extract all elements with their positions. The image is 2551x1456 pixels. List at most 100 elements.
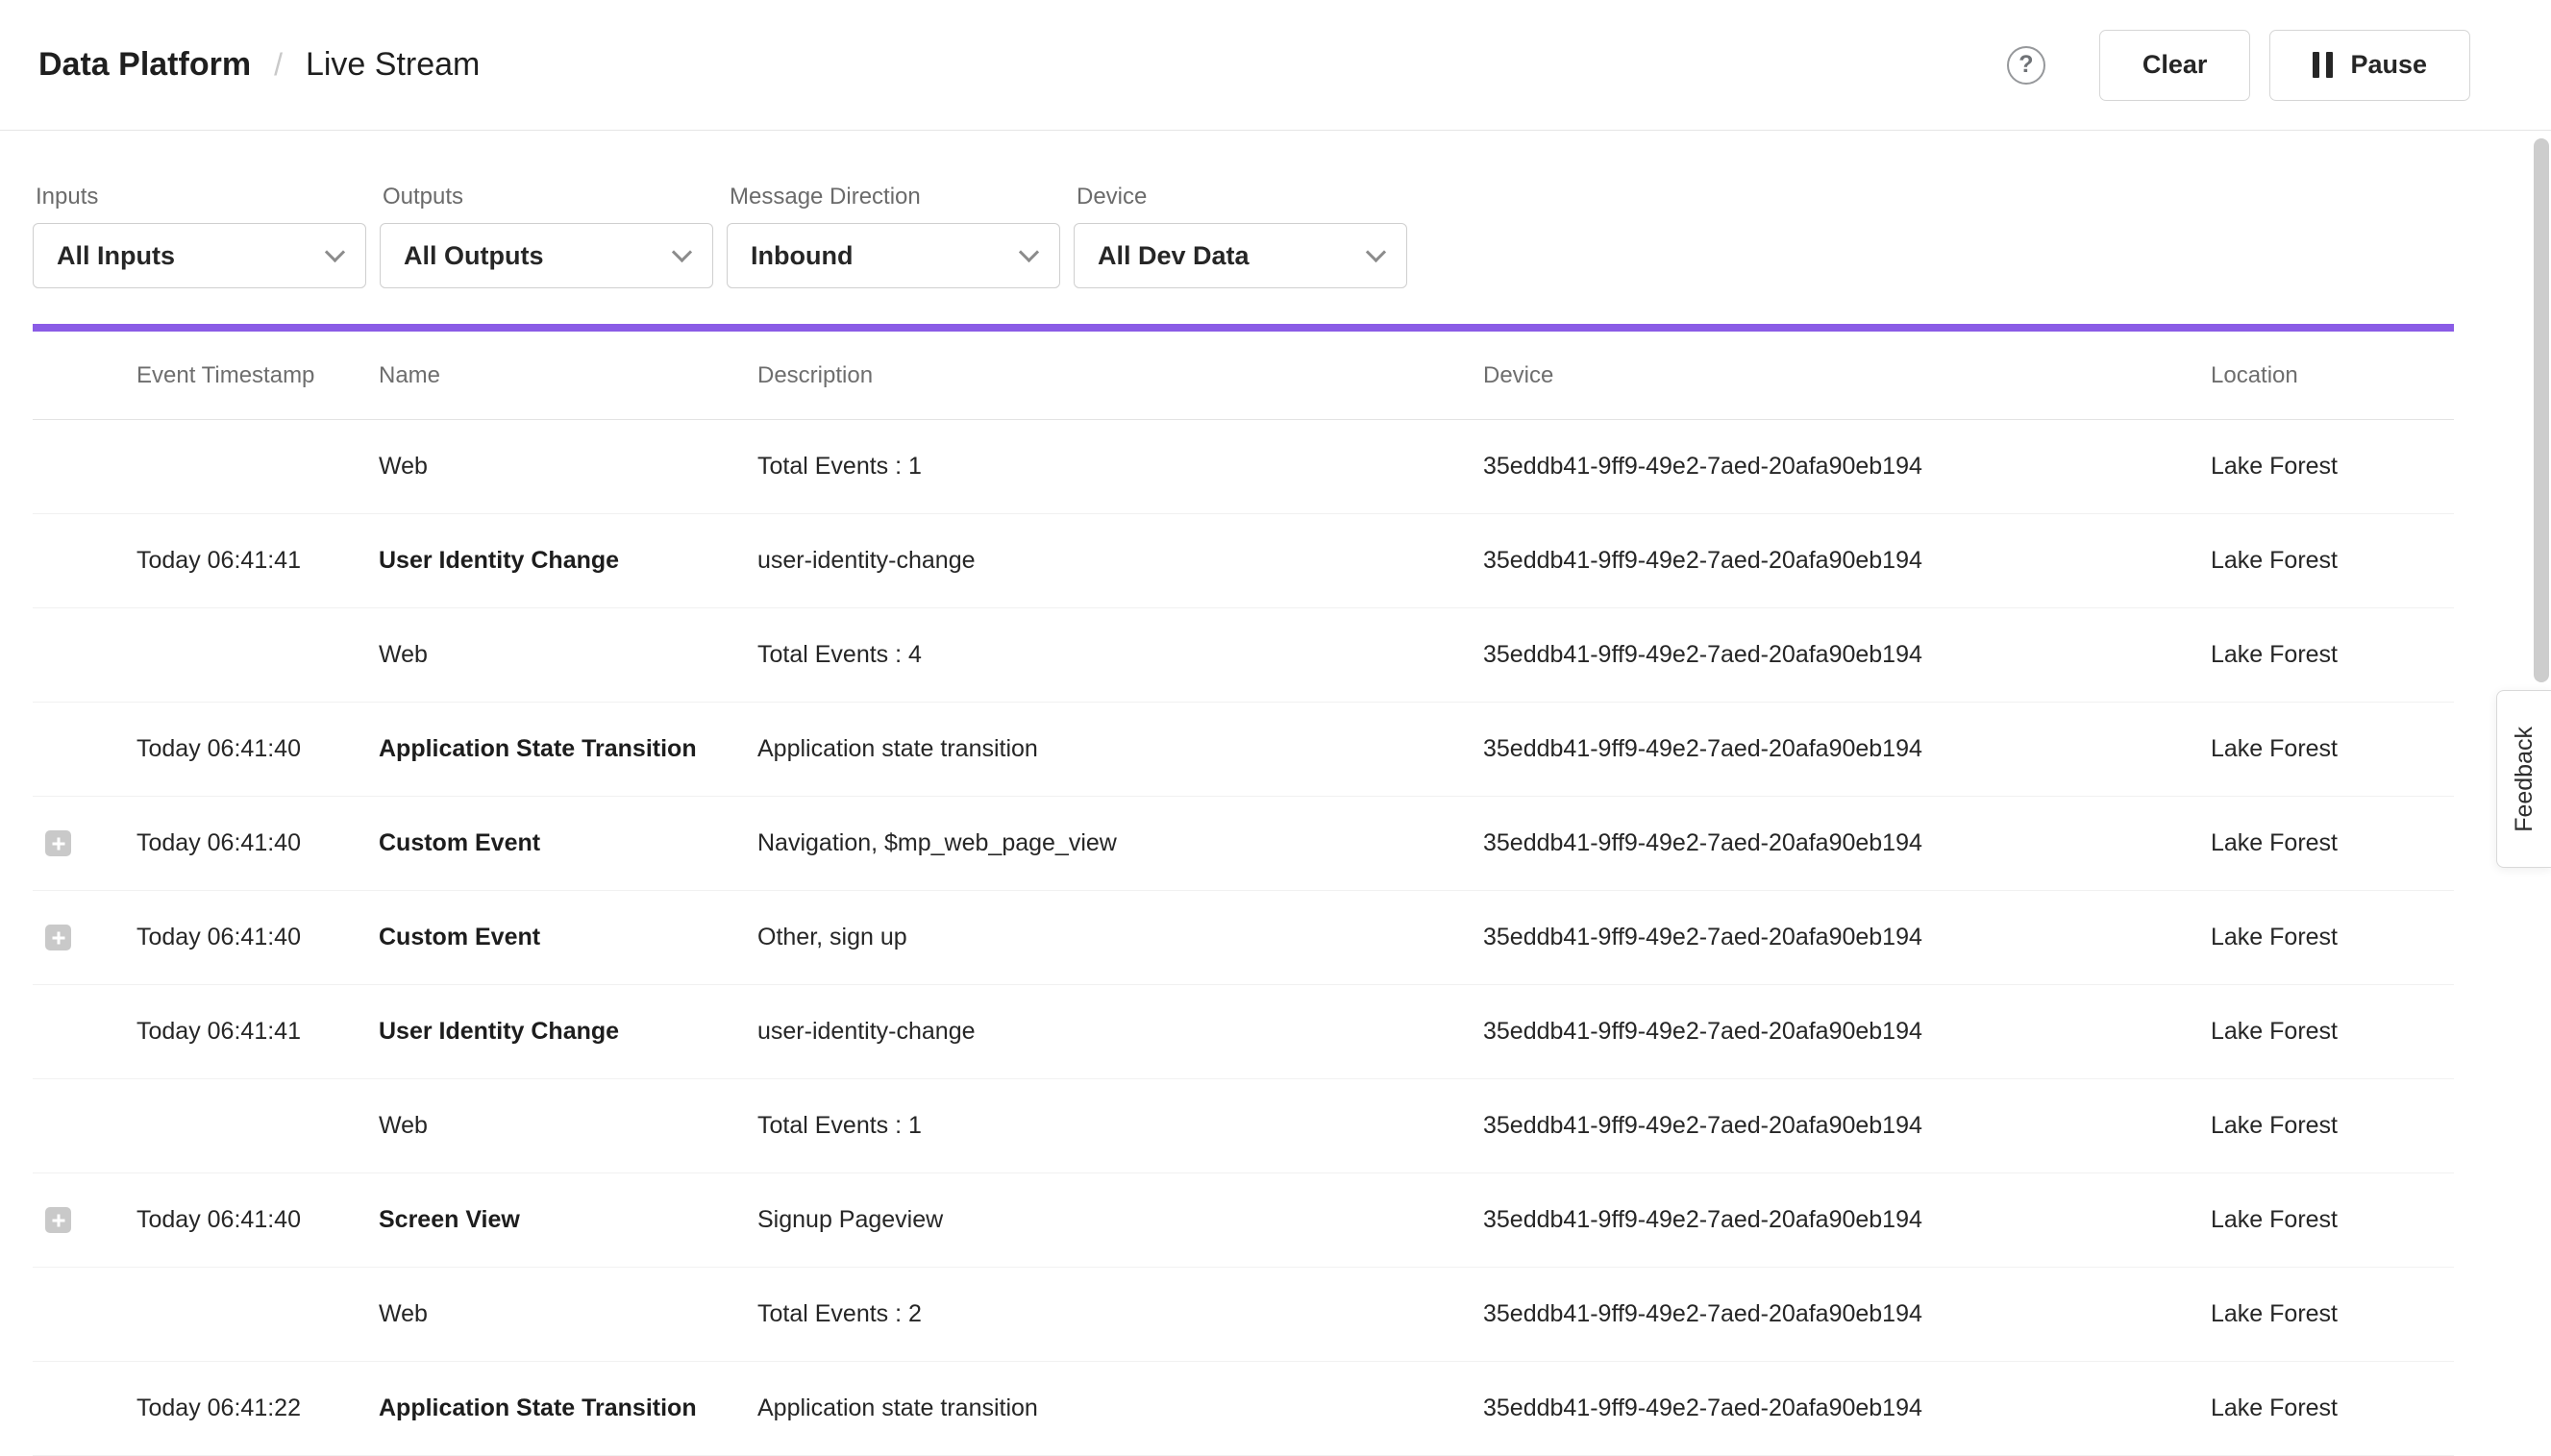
- event-location: Lake Forest: [2211, 735, 2454, 763]
- event-description: user-identity-change: [757, 547, 1483, 575]
- event-table-header: Event Timestamp Name Description Device …: [33, 332, 2454, 420]
- expand-cell: [33, 925, 136, 950]
- event-description: Total Events : 1: [757, 1112, 1483, 1140]
- event-location: Lake Forest: [2211, 1394, 2454, 1422]
- device-select-value: All Dev Data: [1098, 241, 1250, 271]
- event-location: Lake Forest: [2211, 924, 2454, 951]
- event-description: Total Events : 4: [757, 641, 1483, 669]
- event-name: Custom Event: [379, 924, 757, 951]
- filter-bar: Inputs All Inputs Outputs All Outputs Me…: [0, 131, 2551, 288]
- scrollbar-thumb[interactable]: [2534, 138, 2549, 682]
- event-description: Total Events : 2: [757, 1300, 1483, 1328]
- expand-cell: [33, 1113, 136, 1139]
- expand-button[interactable]: [45, 1207, 71, 1233]
- clear-button-label: Clear: [2142, 50, 2208, 80]
- chevron-down-icon: [1366, 241, 1386, 261]
- table-row[interactable]: Today 06:41:41 User Identity Change user…: [33, 985, 2454, 1079]
- event-name: Application State Transition: [379, 1394, 757, 1422]
- event-device-id: 35eddb41-9ff9-49e2-7aed-20afa90eb194: [1483, 924, 2211, 951]
- event-location: Lake Forest: [2211, 1112, 2454, 1140]
- event-name: Web: [379, 453, 757, 481]
- filter-group-message-direction: Message Direction Inbound: [727, 184, 1060, 288]
- column-header-description: Description: [757, 362, 1483, 389]
- expand-cell: [33, 454, 136, 480]
- event-device-id: 35eddb41-9ff9-49e2-7aed-20afa90eb194: [1483, 1300, 2211, 1328]
- inputs-select[interactable]: All Inputs: [33, 223, 366, 288]
- message-direction-filter-label: Message Direction: [730, 184, 1060, 210]
- event-device-id: 35eddb41-9ff9-49e2-7aed-20afa90eb194: [1483, 641, 2211, 669]
- event-name: Screen View: [379, 1206, 757, 1234]
- event-description: Application state transition: [757, 735, 1483, 763]
- filter-group-device: Device All Dev Data: [1074, 184, 1407, 288]
- expand-cell: [33, 642, 136, 668]
- page-title: Live Stream: [306, 46, 480, 84]
- event-timestamp: Today 06:41:41: [136, 1018, 379, 1046]
- pause-icon: [2313, 52, 2333, 78]
- feedback-tab[interactable]: Feedback: [2496, 690, 2551, 868]
- chevron-down-icon: [325, 241, 345, 261]
- column-header-device: Device: [1483, 362, 2211, 389]
- event-name: Custom Event: [379, 829, 757, 857]
- expand-button[interactable]: [45, 925, 71, 950]
- expand-cell: [33, 1207, 136, 1233]
- event-location: Lake Forest: [2211, 453, 2454, 481]
- top-bar: Data Platform / Live Stream ? Clear Paus…: [0, 0, 2551, 131]
- event-location: Lake Forest: [2211, 1018, 2454, 1046]
- pause-button[interactable]: Pause: [2269, 30, 2470, 101]
- inputs-filter-label: Inputs: [36, 184, 366, 210]
- table-row[interactable]: Web Total Events : 2 35eddb41-9ff9-49e2-…: [33, 1268, 2454, 1362]
- table-row[interactable]: Today 06:41:22 Application State Transit…: [33, 1362, 2454, 1456]
- message-direction-select-value: Inbound: [751, 241, 853, 271]
- event-table: Event Timestamp Name Description Device …: [0, 332, 2551, 1456]
- feedback-tab-label: Feedback: [2511, 727, 2539, 832]
- event-device-id: 35eddb41-9ff9-49e2-7aed-20afa90eb194: [1483, 547, 2211, 575]
- event-name: Web: [379, 641, 757, 669]
- event-device-id: 35eddb41-9ff9-49e2-7aed-20afa90eb194: [1483, 1394, 2211, 1422]
- event-location: Lake Forest: [2211, 547, 2454, 575]
- inputs-select-value: All Inputs: [57, 241, 175, 271]
- expand-cell: [33, 1019, 136, 1045]
- column-header-location: Location: [2211, 362, 2454, 389]
- event-device-id: 35eddb41-9ff9-49e2-7aed-20afa90eb194: [1483, 829, 2211, 857]
- event-timestamp: Today 06:41:41: [136, 547, 379, 575]
- table-row[interactable]: Web Total Events : 1 35eddb41-9ff9-49e2-…: [33, 1079, 2454, 1173]
- table-row[interactable]: Today 06:41:40 Application State Transit…: [33, 703, 2454, 797]
- event-timestamp: Today 06:41:40: [136, 829, 379, 857]
- table-row[interactable]: Today 06:41:40 Screen View Signup Pagevi…: [33, 1173, 2454, 1268]
- table-row[interactable]: Web Total Events : 1 35eddb41-9ff9-49e2-…: [33, 420, 2454, 514]
- help-icon[interactable]: ?: [2007, 46, 2045, 85]
- event-description: Total Events : 1: [757, 453, 1483, 481]
- expand-cell: [33, 736, 136, 762]
- event-location: Lake Forest: [2211, 829, 2454, 857]
- expand-button[interactable]: [45, 830, 71, 856]
- table-row[interactable]: Web Total Events : 4 35eddb41-9ff9-49e2-…: [33, 608, 2454, 703]
- table-row[interactable]: Today 06:41:40 Custom Event Navigation, …: [33, 797, 2454, 891]
- event-timestamp: Today 06:41:40: [136, 1206, 379, 1234]
- breadcrumb-separator: /: [274, 47, 283, 83]
- table-row[interactable]: Today 06:41:41 User Identity Change user…: [33, 514, 2454, 608]
- event-name: Web: [379, 1112, 757, 1140]
- event-description: Navigation, $mp_web_page_view: [757, 829, 1483, 857]
- event-timestamp: Today 06:41:40: [136, 924, 379, 951]
- device-select[interactable]: All Dev Data: [1074, 223, 1407, 288]
- pause-button-label: Pause: [2350, 50, 2427, 80]
- event-name: Application State Transition: [379, 735, 757, 763]
- table-row[interactable]: Today 06:41:40 Custom Event Other, sign …: [33, 891, 2454, 985]
- device-filter-label: Device: [1077, 184, 1407, 210]
- event-name: Web: [379, 1300, 757, 1328]
- breadcrumb: Data Platform / Live Stream: [38, 46, 480, 84]
- event-timestamp: Today 06:41:40: [136, 735, 379, 763]
- event-device-id: 35eddb41-9ff9-49e2-7aed-20afa90eb194: [1483, 1018, 2211, 1046]
- filter-group-outputs: Outputs All Outputs: [380, 184, 713, 288]
- message-direction-select[interactable]: Inbound: [727, 223, 1060, 288]
- event-device-id: 35eddb41-9ff9-49e2-7aed-20afa90eb194: [1483, 735, 2211, 763]
- column-header-name: Name: [379, 362, 757, 389]
- event-description: Signup Pageview: [757, 1206, 1483, 1234]
- clear-button[interactable]: Clear: [2099, 30, 2251, 101]
- chevron-down-icon: [672, 241, 692, 261]
- breadcrumb-data-platform[interactable]: Data Platform: [38, 46, 251, 84]
- event-device-id: 35eddb41-9ff9-49e2-7aed-20afa90eb194: [1483, 1206, 2211, 1234]
- outputs-select[interactable]: All Outputs: [380, 223, 713, 288]
- outputs-filter-label: Outputs: [383, 184, 713, 210]
- event-table-body: Web Total Events : 1 35eddb41-9ff9-49e2-…: [33, 420, 2454, 1456]
